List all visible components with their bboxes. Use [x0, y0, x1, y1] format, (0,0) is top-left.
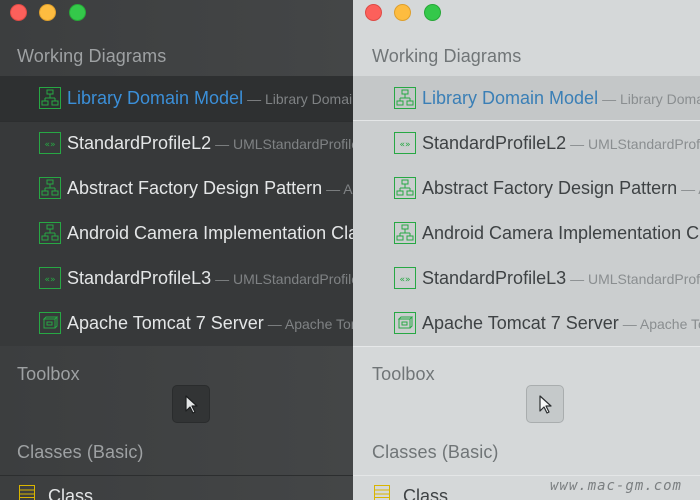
diagram-project: — Library Domain Model	[602, 91, 700, 107]
working-diagrams-title: Working Diagrams	[372, 46, 522, 66]
diagram-name: Android Camera Implementation Class Diag…	[422, 223, 700, 243]
working-diagrams-list: Library Domain Model— Library Domain Mod…	[0, 76, 353, 346]
diagram-name: StandardProfileL2	[422, 133, 567, 153]
diagram-name: Apache Tomcat 7 Server	[422, 313, 619, 333]
profile-diagram-icon: «»	[394, 267, 416, 289]
diagram-project: — Abstract Factory	[326, 181, 353, 197]
diagram-row[interactable]: «» StandardProfileL2— UMLStandardProfile…	[353, 121, 700, 166]
working-diagrams-title: Working Diagrams	[17, 46, 167, 66]
class-icon	[19, 485, 35, 500]
diagram-row[interactable]: Abstract Factory Design Pattern— Abstrac…	[353, 166, 700, 211]
svg-text:«»: «»	[44, 275, 55, 285]
diagram-row[interactable]: Library Domain Model— Library Domain Mod…	[0, 76, 353, 121]
pointer-tool-button[interactable]	[172, 385, 210, 423]
deployment-diagram-icon	[39, 312, 61, 334]
diagram-project: — UMLStandardProfiles	[215, 271, 353, 287]
classes-basic-title: Classes (Basic)	[17, 442, 144, 462]
window-titlebar	[353, 0, 700, 28]
deployment-diagram-icon	[394, 312, 416, 334]
diagram-name: Android Camera Implementation Class Diag…	[67, 223, 353, 243]
class-tool-item[interactable]: Class	[0, 475, 353, 500]
diagram-project: — UMLStandardProfiles	[570, 136, 700, 152]
classes-basic-title: Classes (Basic)	[372, 442, 499, 462]
minimize-window-button[interactable]	[39, 4, 56, 21]
diagram-row[interactable]: Apache Tomcat 7 Server— Apache Tomcat	[353, 301, 700, 346]
pointer-icon	[539, 395, 552, 414]
diagram-name: StandardProfileL3	[67, 268, 212, 288]
diagram-name: Abstract Factory Design Pattern	[422, 178, 678, 198]
diagram-row[interactable]: Library Domain Model— Library Domain Mod…	[353, 76, 700, 121]
pointer-icon	[185, 395, 198, 414]
zoom-window-button[interactable]	[424, 4, 441, 21]
class-diagram-icon	[394, 222, 416, 244]
diagram-row[interactable]: Abstract Factory Design Pattern— Abstrac…	[0, 166, 353, 211]
diagram-row[interactable]: Android Camera Implementation Class Diag…	[0, 211, 353, 256]
diagram-row[interactable]: «» StandardProfileL2— UMLStandardProfile…	[0, 121, 353, 166]
diagram-name: Abstract Factory Design Pattern	[67, 178, 323, 198]
window-titlebar	[0, 0, 353, 28]
diagram-project: — Library Domain Model	[247, 91, 353, 107]
toolbox-title: Toolbox	[17, 364, 80, 384]
diagram-name: StandardProfileL3	[422, 268, 567, 288]
class-tool-label: Class	[403, 486, 449, 500]
minimize-window-button[interactable]	[394, 4, 411, 21]
diagram-project: — Apache Tomcat	[622, 316, 700, 332]
diagram-project: — UMLStandardProfiles	[570, 271, 700, 287]
diagram-project: — Apache Tomcat	[267, 316, 353, 332]
diagram-row[interactable]: «» StandardProfileL3— UMLStandardProfile…	[0, 256, 353, 301]
class-diagram-icon	[394, 87, 416, 109]
diagram-project: — Abstract Factory	[681, 181, 700, 197]
class-tool-label: Class	[48, 486, 94, 500]
class-diagram-icon	[39, 177, 61, 199]
pointer-tool-button[interactable]	[526, 385, 564, 423]
svg-text:«»: «»	[399, 140, 410, 150]
light-theme-panel: Working Diagrams Library Domain Model — L…	[353, 0, 700, 500]
watermark: www.mac-gm.com	[549, 478, 682, 494]
svg-text:«»: «»	[44, 140, 55, 150]
profile-diagram-icon: «»	[39, 267, 61, 289]
diagram-name: StandardProfileL2	[67, 133, 212, 153]
class-diagram-icon	[394, 177, 416, 199]
diagram-project: — UMLStandardProfiles	[215, 136, 353, 152]
svg-text:«»: «»	[399, 275, 410, 285]
profile-diagram-icon: «»	[394, 132, 416, 154]
diagram-name: Library Domain Model	[67, 88, 244, 108]
close-window-button[interactable]	[10, 4, 27, 21]
section-divider	[353, 346, 700, 347]
class-icon	[374, 485, 390, 500]
diagram-row[interactable]: Android Camera Implementation Class Diag…	[353, 211, 700, 256]
profile-diagram-icon: «»	[39, 132, 61, 154]
dark-theme-panel: Working Diagrams Library Domain Model — L…	[0, 0, 353, 500]
working-diagrams-list: Library Domain Model— Library Domain Mod…	[353, 76, 700, 346]
class-diagram-icon	[39, 222, 61, 244]
zoom-window-button[interactable]	[69, 4, 86, 21]
diagram-row[interactable]: Apache Tomcat 7 Server— Apache Tomcat	[0, 301, 353, 346]
class-diagram-icon	[39, 87, 61, 109]
close-window-button[interactable]	[365, 4, 382, 21]
toolbox-title: Toolbox	[372, 364, 435, 384]
diagram-name: Apache Tomcat 7 Server	[67, 313, 264, 333]
diagram-name: Library Domain Model	[422, 88, 599, 108]
diagram-row[interactable]: «» StandardProfileL3— UMLStandardProfile…	[353, 256, 700, 301]
